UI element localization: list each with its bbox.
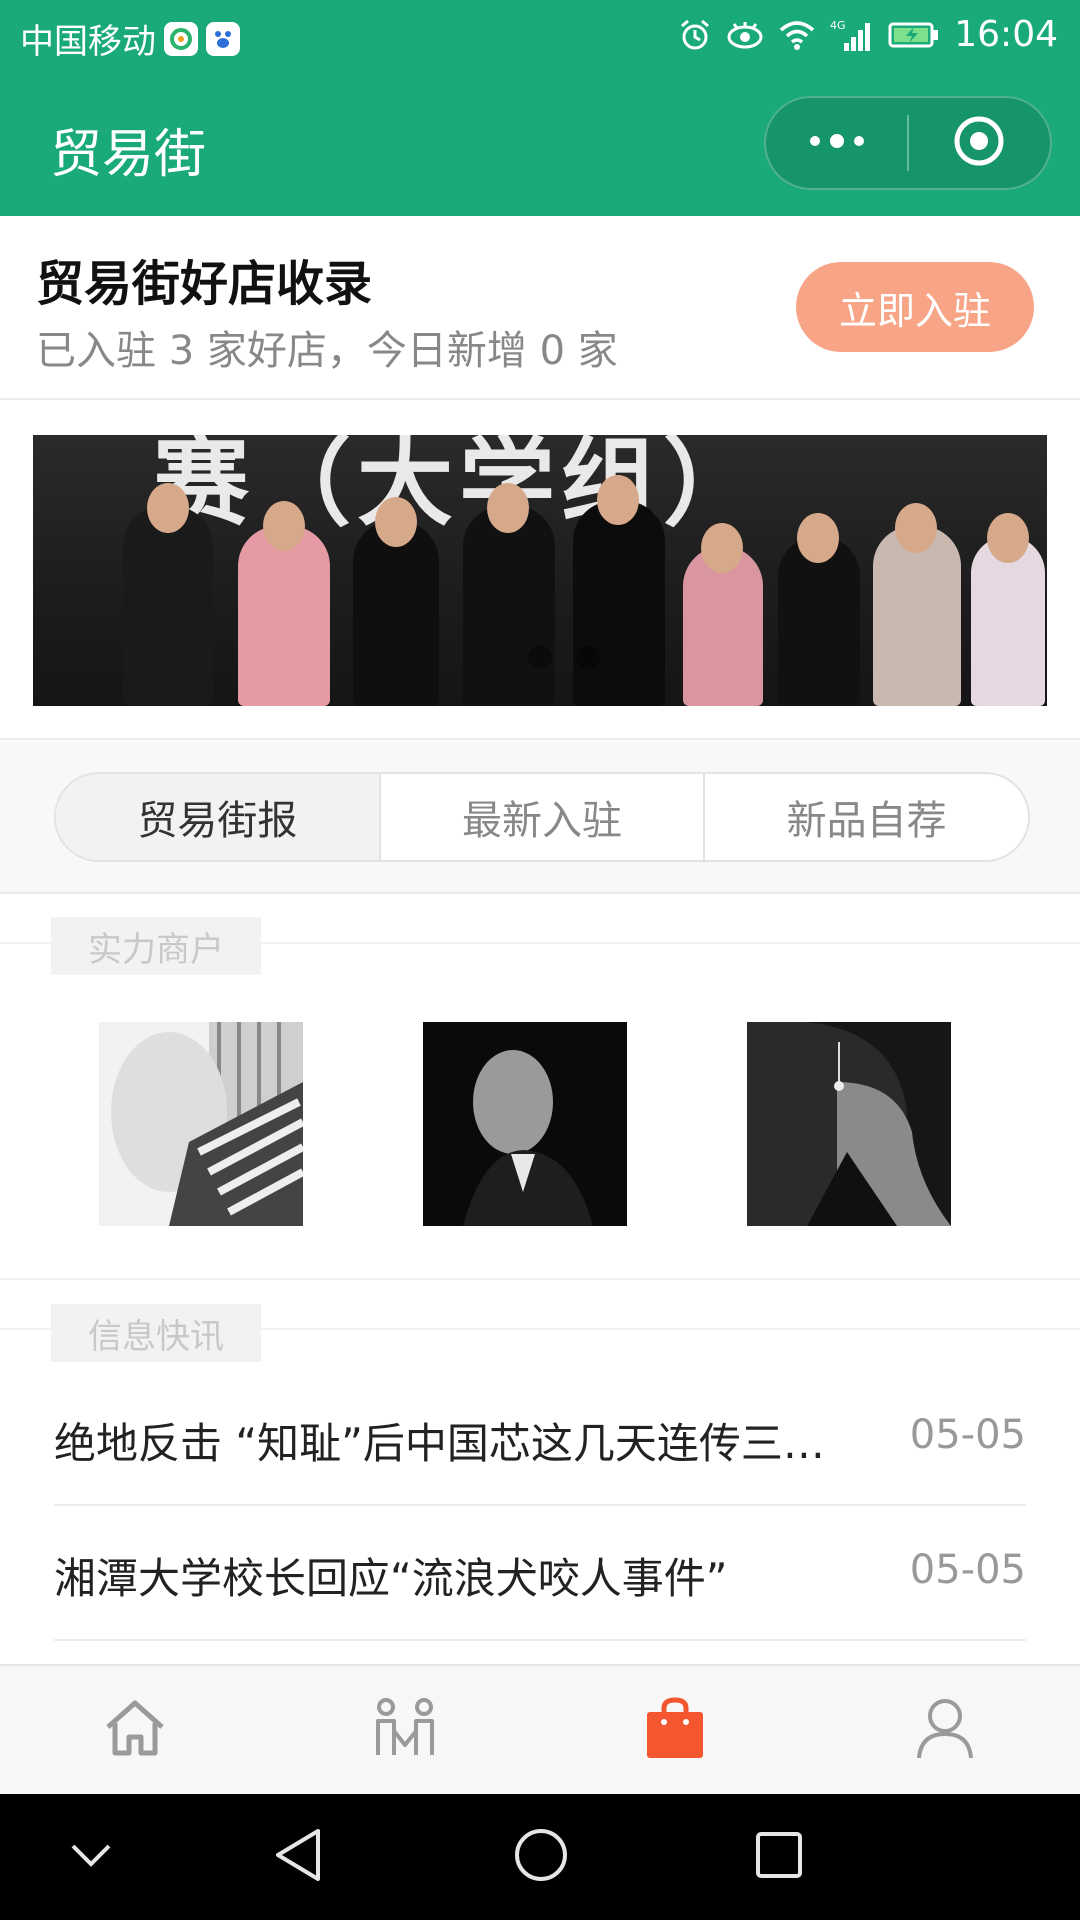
store-intro-card: 贸易街好店收录 已入驻 3 家好店，今日新增 0 家 立即入驻 — [0, 216, 1080, 400]
banner-figure-head — [701, 523, 743, 573]
tabbar-profile[interactable] — [810, 1666, 1080, 1794]
banner-figure-head — [895, 503, 937, 553]
alarm-icon — [678, 18, 712, 52]
carousel-indicators — [33, 645, 1047, 669]
people-icon — [372, 1695, 438, 1765]
banner-carousel[interactable]: 赛（大学组） — [33, 435, 1047, 706]
banner-figure-head — [375, 497, 417, 547]
banner-figure — [573, 501, 665, 706]
intro-title: 贸易街好店收录 — [36, 256, 373, 312]
carousel-dot[interactable] — [480, 645, 504, 669]
bottom-tab-bar — [0, 1664, 1080, 1794]
recents-button[interactable] — [746, 1824, 812, 1890]
back-triangle-icon — [272, 1827, 326, 1887]
section-label-news: 信息快讯 — [51, 1304, 261, 1362]
signal-icon: 4G — [830, 17, 874, 53]
home-circle-icon — [513, 1827, 569, 1887]
section-label-merchants: 实力商户 — [51, 917, 261, 975]
segment-tabs: 贸易街报 最新入驻 新品自荐 — [54, 772, 1030, 862]
tabbar-discover[interactable] — [270, 1666, 540, 1794]
wifi-icon — [778, 19, 816, 51]
carrier-name: 中国移动 — [20, 22, 156, 62]
tabbar-home[interactable] — [0, 1666, 270, 1794]
merchant-avatars — [0, 1022, 1080, 1226]
intro-subtitle: 已入驻 3 家好店，今日新增 0 家 — [36, 328, 618, 374]
home-button[interactable] — [508, 1824, 574, 1890]
shopping-bag-icon — [644, 1696, 706, 1764]
banner-figure-head — [797, 513, 839, 563]
tab-latest-joined[interactable]: 最新入驻 — [381, 774, 706, 860]
hide-nav-button[interactable] — [58, 1824, 124, 1890]
news-date: 05-05 — [909, 1547, 1026, 1593]
page-title: 贸易街 — [50, 125, 207, 185]
clock-time: 16:04 — [954, 14, 1058, 55]
more-button[interactable] — [766, 98, 907, 188]
banner-section: 赛（大学组） — [0, 402, 1080, 740]
banner-figure — [463, 506, 555, 706]
chevron-down-icon — [69, 1840, 113, 1874]
banner-figure-head — [597, 475, 639, 525]
user-icon — [915, 1696, 975, 1764]
back-button[interactable] — [266, 1824, 332, 1890]
banner-caption: 赛（大学组） — [153, 435, 765, 539]
system-navigation-bar — [0, 1794, 1080, 1920]
target-icon — [952, 114, 1006, 172]
banner-figure-head — [487, 483, 529, 533]
home-icon — [102, 1697, 168, 1763]
join-now-button[interactable]: 立即入驻 — [796, 262, 1034, 352]
recents-square-icon — [754, 1830, 804, 1884]
battery-icon — [888, 21, 940, 49]
news-title: 湘潭大学校长回应“流浪犬咬人事件” — [54, 1554, 728, 1603]
banner-figure-head — [263, 501, 305, 551]
mini-program-nav-bar: 贸易街 — [0, 72, 1080, 216]
mini-program-capsule — [764, 96, 1052, 190]
eye-icon — [726, 20, 764, 50]
tabbar-shop[interactable] — [540, 1666, 810, 1794]
news-title: 绝地反击 “知耻”后中国芯这几天连传三… — [54, 1419, 825, 1468]
tabs-area: 贸易街报 最新入驻 新品自荐 — [0, 742, 1080, 894]
baidu-icon — [206, 21, 240, 56]
tab-trade-street-news[interactable]: 贸易街报 — [56, 774, 381, 860]
merchant-avatar-3[interactable] — [747, 1022, 951, 1226]
more-dots-icon — [807, 131, 867, 155]
banner-figure-head — [987, 513, 1029, 563]
banner-figure — [873, 526, 961, 706]
tab-new-products[interactable]: 新品自荐 — [705, 774, 1028, 860]
news-date: 05-05 — [909, 1412, 1026, 1458]
merchant-avatar-2[interactable] — [423, 1022, 627, 1226]
banner-figure — [353, 521, 439, 706]
news-list-item[interactable]: 绝地反击 “知耻”后中国芯这几天连传三… 05-05 — [54, 1372, 1026, 1506]
carousel-dot[interactable] — [528, 645, 552, 669]
banner-figure — [123, 506, 213, 706]
merchant-avatar-1[interactable] — [99, 1022, 303, 1226]
status-left: 中国移动 — [20, 14, 240, 63]
app-icon-1 — [164, 21, 198, 56]
banner-figure — [238, 526, 330, 706]
network-label: 4G — [830, 19, 846, 32]
banner-figure-head — [147, 483, 189, 533]
close-button[interactable] — [909, 98, 1050, 188]
status-right: 4G 16:04 — [678, 14, 1058, 55]
carousel-dot[interactable] — [576, 645, 600, 669]
section-divider — [0, 1278, 1080, 1280]
status-bar: 中国移动 4G 16:04 — [0, 0, 1080, 72]
news-list-item[interactable]: 湘潭大学校长回应“流浪犬咬人事件” 05-05 — [54, 1507, 1026, 1641]
